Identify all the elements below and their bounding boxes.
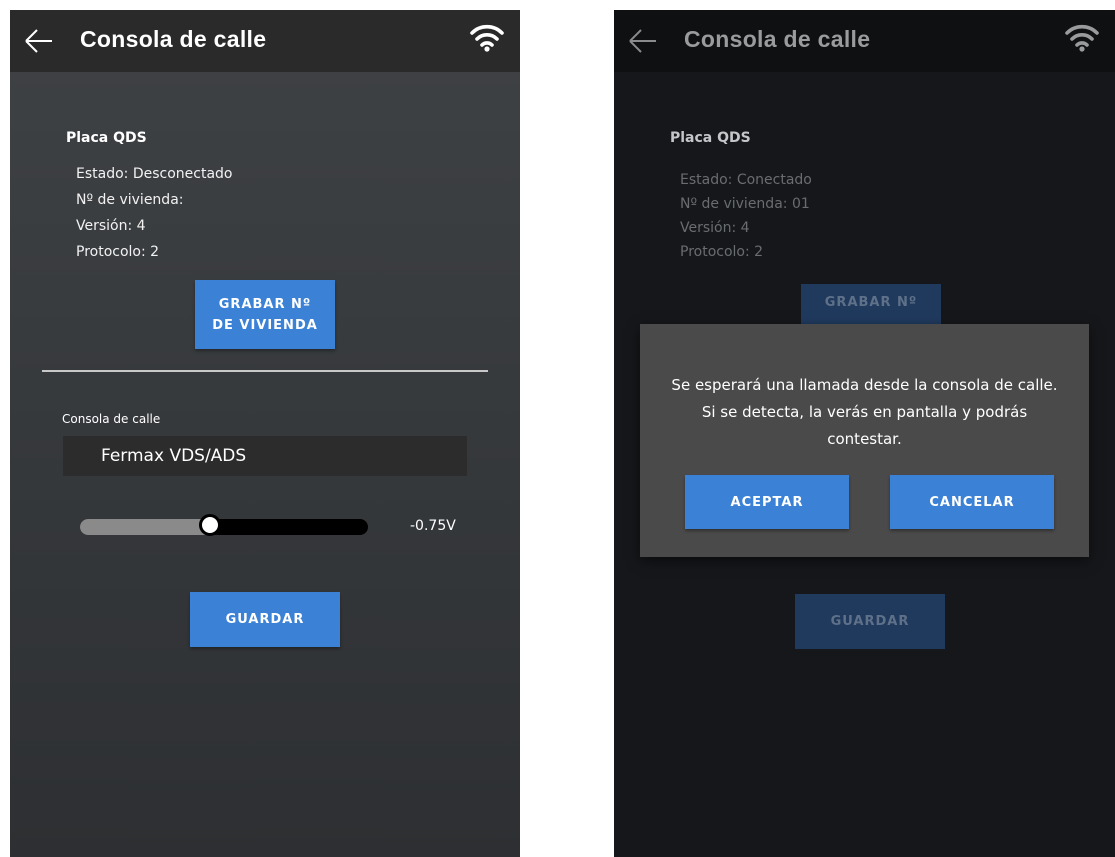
grabar-line2: DE VIVIENDA: [212, 317, 318, 333]
voltage-slider[interactable]: [80, 514, 368, 536]
wifi-icon: [470, 24, 504, 52]
grabar-line1: GRABAR Nº: [218, 296, 312, 312]
guardar-button[interactable]: GUARDAR: [190, 592, 340, 647]
app-bar: Consola de calle: [614, 10, 1115, 72]
estado-text: Estado: Desconectado: [76, 166, 233, 182]
app-bar: Consola de calle: [10, 10, 520, 72]
page-title: Consola de calle: [684, 26, 871, 52]
confirm-dialog: Se esperará una llamada desde la consola…: [640, 324, 1089, 557]
slider-thumb[interactable]: [198, 514, 221, 536]
grabar-vivienda-button[interactable]: GRABAR Nº DE VIVIENDA: [195, 280, 335, 349]
arrow-left-icon[interactable]: [628, 28, 658, 54]
vivienda-text: Nº de vivienda: 01: [680, 196, 810, 212]
slider-fill: [80, 519, 210, 535]
page-title: Consola de calle: [80, 26, 267, 52]
version-text: Versión: 4: [76, 218, 146, 234]
screen-left: Consola de calle Placa QDS Estado: Desco…: [10, 10, 520, 857]
placa-title: Placa QDS: [66, 130, 147, 146]
estado-text: Estado: Conectado: [680, 172, 812, 188]
guardar-button[interactable]: GUARDAR: [795, 594, 945, 649]
screen-right: Consola de calle Placa QDS Estado: Conec…: [614, 10, 1115, 857]
dialog-message: Se esperará una llamada desde la consola…: [671, 376, 1058, 448]
protocolo-text: Protocolo: 2: [76, 244, 160, 260]
protocolo-text: Protocolo: 2: [680, 244, 764, 260]
slider-value: -0.75V: [410, 518, 456, 534]
accept-button[interactable]: ACEPTAR: [685, 475, 849, 529]
consola-label: Consola de calle: [62, 412, 161, 426]
wifi-icon: [1065, 24, 1099, 52]
placa-title: Placa QDS: [670, 130, 751, 146]
consola-select[interactable]: Fermax VDS/ADS: [63, 436, 467, 476]
cancel-button[interactable]: CANCELAR: [890, 475, 1054, 529]
arrow-left-icon[interactable]: [24, 28, 54, 54]
vivienda-text: Nº de vivienda:: [76, 192, 184, 208]
divider: [42, 370, 488, 372]
version-text: Versión: 4: [680, 220, 750, 236]
